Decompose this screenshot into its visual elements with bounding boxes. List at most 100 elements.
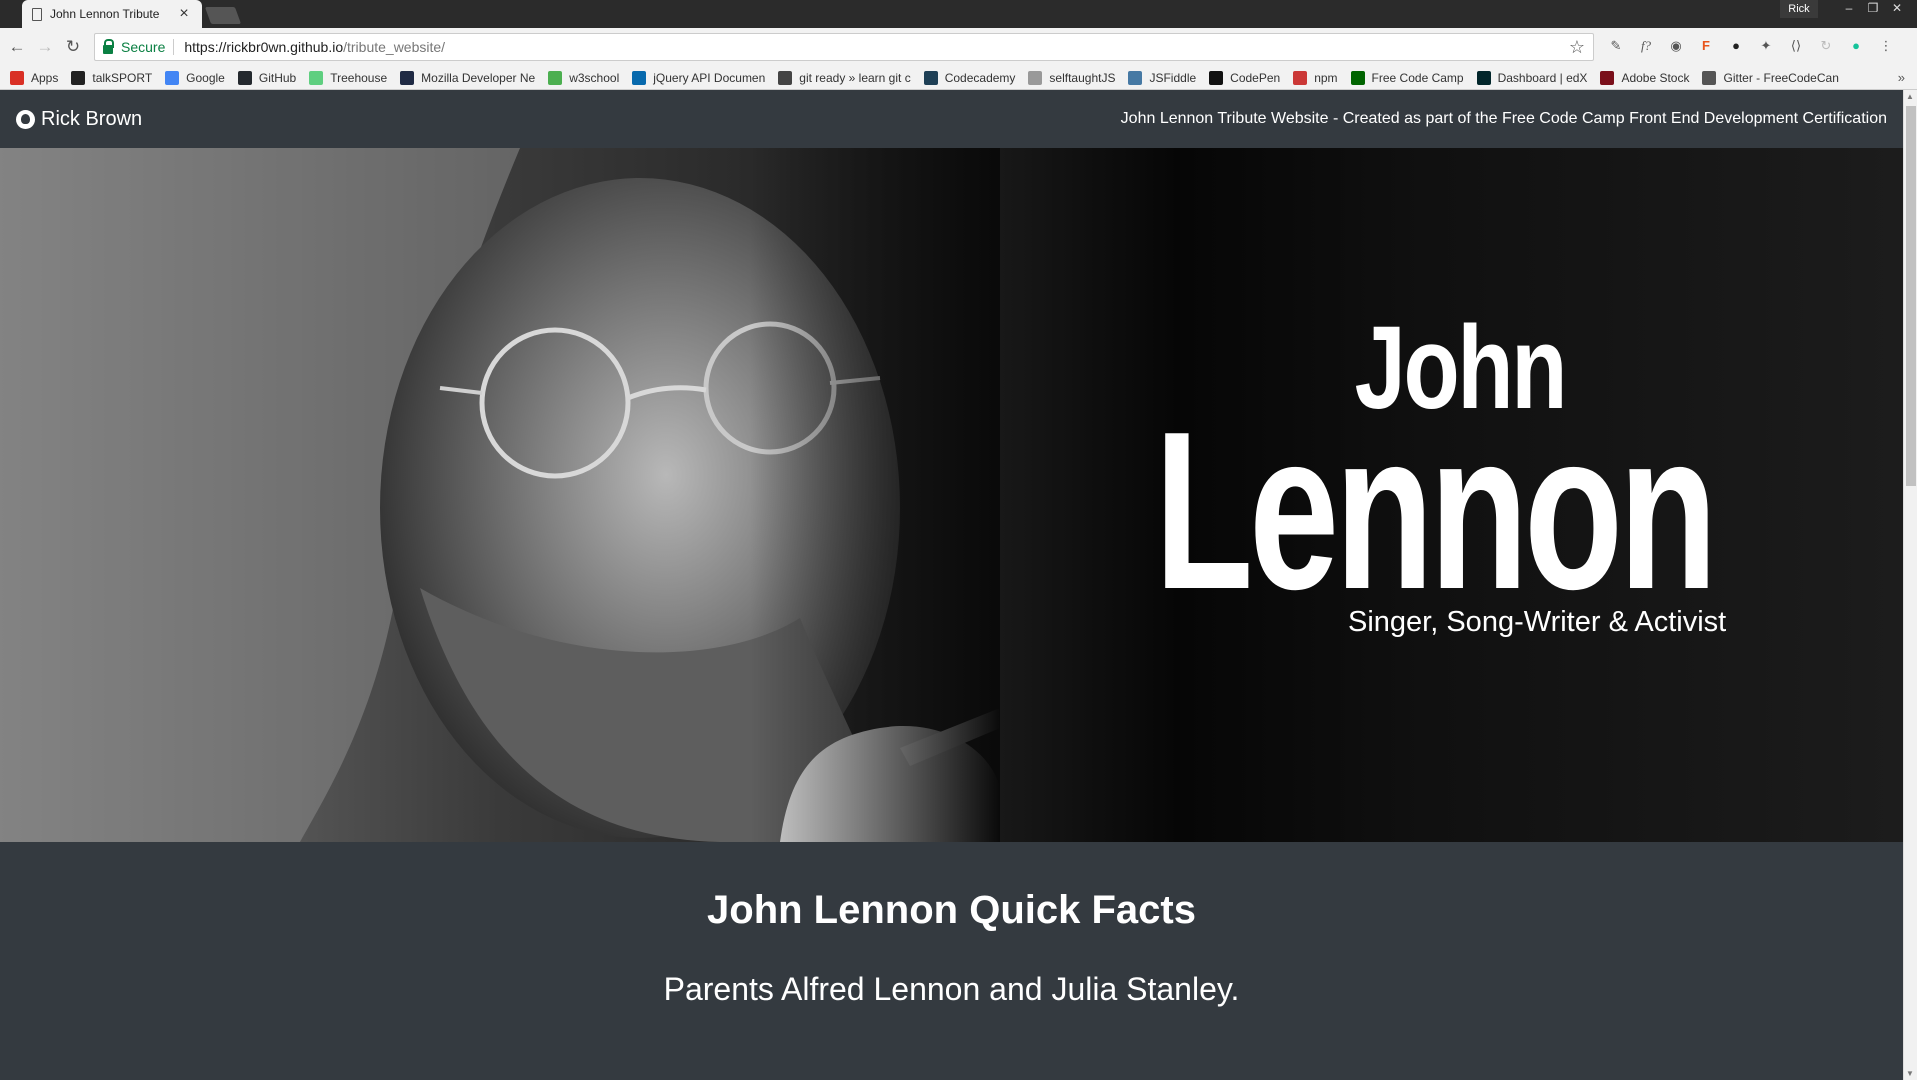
- dropbox-extension-icon[interactable]: ✦: [1758, 38, 1774, 54]
- bookmarks-bar: Apps talkSPORT Google GitHub Treehouse Mozill…: [0, 66, 1917, 90]
- apps-icon: [10, 70, 24, 85]
- bookmark-item[interactable]: Apps: [10, 70, 59, 85]
- mdn-icon: [400, 70, 415, 85]
- new-tab-button[interactable]: [204, 7, 242, 24]
- forward-icon[interactable]: →: [34, 36, 56, 58]
- brand-link[interactable]: Rick Brown: [16, 108, 142, 131]
- bookmark-item[interactable]: Mozilla Developer Ne: [400, 70, 536, 85]
- jquery-icon: [632, 70, 647, 85]
- browser-titlebar: John Lennon Tribute × Rick – ❐ ✕: [0, 0, 1917, 28]
- palette-extension-icon[interactable]: ◉: [1668, 38, 1684, 54]
- dark-circle-extension-icon[interactable]: ●: [1728, 38, 1744, 54]
- bookmark-label: CodePen: [1230, 70, 1281, 85]
- back-icon[interactable]: ←: [6, 36, 28, 58]
- bookmark-item[interactable]: jQuery API Documen: [632, 70, 766, 85]
- bookmark-label: Free Code Camp: [1371, 70, 1464, 85]
- bookmark-item[interactable]: CodePen: [1209, 70, 1281, 85]
- scroll-down-arrow-icon[interactable]: ▼: [1906, 1069, 1914, 1078]
- freecodecamp-icon: [1350, 70, 1365, 85]
- bookmark-label: Google: [186, 70, 225, 85]
- bookmark-item[interactable]: GitHub: [237, 70, 297, 85]
- address-bar[interactable]: Secure https://rickbr0wn.github.io /trib…: [94, 33, 1594, 61]
- bookmark-label: Mozilla Developer Ne: [421, 70, 536, 85]
- bookmark-item[interactable]: Google: [165, 70, 225, 85]
- tab-close-button[interactable]: ×: [176, 5, 192, 23]
- scroll-thumb[interactable]: [1906, 106, 1916, 486]
- navbar-description: John Lennon Tribute Website - Created as…: [1120, 110, 1887, 127]
- talksport-icon: [71, 70, 86, 85]
- bookmark-item[interactable]: Adobe Stock: [1600, 70, 1689, 85]
- git-ready-icon: [778, 70, 793, 85]
- bookmark-item[interactable]: Codecademy: [923, 70, 1016, 85]
- eyedropper-extension-icon[interactable]: ✎: [1608, 38, 1624, 54]
- secure-label: Secure: [121, 39, 166, 55]
- sync-extension-icon[interactable]: ↻: [1818, 38, 1834, 54]
- brand-name: Rick Brown: [41, 107, 143, 130]
- site-navbar: Rick Brown John Lennon Tribute Website -…: [0, 90, 1903, 148]
- treehouse-icon: [309, 70, 324, 85]
- quick-facts-heading: John Lennon Quick Facts: [707, 888, 1196, 932]
- bookmark-item[interactable]: npm: [1293, 70, 1338, 85]
- github-icon: [16, 109, 35, 129]
- bookmark-item[interactable]: Free Code Camp: [1350, 70, 1464, 85]
- codecademy-icon: [923, 70, 938, 85]
- profile-button[interactable]: Rick: [1780, 0, 1818, 18]
- bookmark-item[interactable]: Gitter - FreeCodeCan: [1702, 70, 1839, 85]
- bookmark-item[interactable]: git ready » learn git c: [778, 70, 911, 85]
- fact-item: Parents Alfred Lennon and Julia Stanley.: [663, 971, 1240, 1007]
- jsfiddle-icon: [1128, 70, 1143, 85]
- hero-title: John Lennon: [937, 309, 1717, 636]
- codepen-icon: [1209, 70, 1224, 85]
- page-content: Rick Brown John Lennon Tribute Website -…: [0, 90, 1903, 1080]
- bookmark-item[interactable]: w3school: [548, 70, 619, 85]
- code-extension-icon[interactable]: ⟨⟩: [1788, 38, 1804, 54]
- bookmark-item[interactable]: Dashboard | edX: [1476, 70, 1588, 85]
- github-icon: [237, 70, 252, 85]
- bookmark-label: JSFiddle: [1149, 70, 1197, 85]
- chrome-menu-icon[interactable]: ⋮: [1878, 38, 1894, 54]
- bookmark-label: Treehouse: [330, 70, 388, 85]
- bookmark-item[interactable]: Treehouse: [309, 70, 388, 85]
- bookmarks-overflow-icon[interactable]: »: [1898, 70, 1905, 85]
- font-extension-icon[interactable]: f?: [1638, 38, 1654, 54]
- hero-last-name: Lennon: [1154, 384, 1717, 636]
- bookmark-item[interactable]: selftaughtJS: [1028, 70, 1116, 85]
- browser-toolbar: ← → ↻ Secure https://rickbr0wn.github.io…: [0, 28, 1917, 66]
- minimize-button[interactable]: –: [1837, 0, 1861, 18]
- hero-banner: John Lennon Singer, Song-Writer & Activi…: [0, 148, 1903, 842]
- bookmark-item[interactable]: JSFiddle: [1128, 70, 1197, 85]
- restore-button[interactable]: ❐: [1861, 0, 1885, 18]
- bookmark-label: npm: [1314, 70, 1338, 85]
- grammarly-extension-icon[interactable]: ●: [1848, 38, 1864, 54]
- browser-tab[interactable]: John Lennon Tribute ×: [22, 0, 202, 28]
- extension-icons: ✎ f? ◉ F ● ✦ ⟨⟩ ↻ ● ⋮: [1608, 38, 1894, 54]
- w3school-icon: [548, 70, 563, 85]
- reload-icon[interactable]: ↻: [62, 36, 84, 58]
- bookmark-label: talkSPORT: [92, 70, 153, 85]
- bookmark-label: GitHub: [258, 70, 297, 85]
- window-controls: – ❐ ✕: [1837, 0, 1909, 18]
- feedly-extension-icon[interactable]: F: [1698, 38, 1714, 54]
- hero-subtitle: Singer, Song-Writer & Activist: [1348, 606, 1727, 638]
- edx-icon: [1476, 70, 1491, 85]
- bookmark-label: Codecademy: [944, 70, 1016, 85]
- bookmark-label: selftaughtJS: [1049, 70, 1116, 85]
- address-separator: [173, 39, 175, 55]
- bookmark-label: Dashboard | edX: [1497, 70, 1588, 85]
- lock-icon: [103, 38, 114, 54]
- bookmark-label: Gitter - FreeCodeCan: [1723, 70, 1839, 85]
- bookmark-label: Apps: [31, 70, 59, 85]
- bookmark-star-icon[interactable]: ☆: [1569, 37, 1585, 58]
- gitter-icon: [1702, 70, 1717, 85]
- page-scrollbar[interactable]: ▲ ▼: [1903, 90, 1917, 1080]
- close-window-button[interactable]: ✕: [1885, 0, 1909, 18]
- url-host: https://rickbr0wn.github.io: [184, 39, 344, 55]
- adobe-stock-icon: [1600, 70, 1615, 85]
- bookmark-label: jQuery API Documen: [653, 70, 766, 85]
- scroll-up-arrow-icon[interactable]: ▲: [1906, 92, 1914, 101]
- bookmark-item[interactable]: talkSPORT: [71, 70, 153, 85]
- google-icon: [165, 70, 180, 85]
- page-icon: [32, 7, 42, 21]
- john-lennon-photo: [0, 148, 1000, 842]
- bookmark-label: git ready » learn git c: [799, 70, 911, 85]
